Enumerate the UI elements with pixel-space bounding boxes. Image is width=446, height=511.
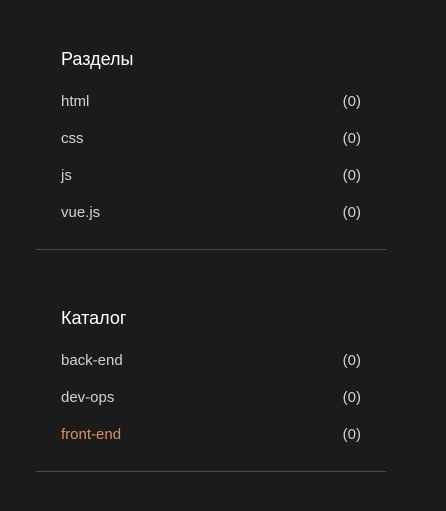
list-item: css (0) [61,120,361,157]
list-item: vue.js (0) [61,194,361,231]
section-link-html[interactable]: html [61,93,89,111]
section-link-js[interactable]: js [61,167,72,185]
item-count: (0) [342,388,361,406]
item-count: (0) [342,203,361,221]
sections-block: Разделы html (0) css (0) js (0) vue.js (… [36,0,386,250]
list-item: front-end (0) [61,416,361,453]
list-item: back-end (0) [61,342,361,379]
item-count: (0) [342,425,361,443]
catalog-block: Каталог back-end (0) dev-ops (0) front-e… [36,250,386,472]
list-item: html (0) [61,83,361,120]
sections-list: html (0) css (0) js (0) vue.js (0) [61,83,361,231]
catalog-list: back-end (0) dev-ops (0) front-end (0) [61,342,361,453]
section-link-css[interactable]: css [61,130,84,148]
catalog-link-back-end[interactable]: back-end [61,352,123,370]
item-count: (0) [342,351,361,369]
list-item: dev-ops (0) [61,379,361,416]
list-item: js (0) [61,157,361,194]
catalog-link-dev-ops[interactable]: dev-ops [61,389,114,407]
item-count: (0) [342,166,361,184]
item-count: (0) [342,129,361,147]
section-title-katalog: Каталог [61,308,127,328]
sidebar: Разделы html (0) css (0) js (0) vue.js (… [36,0,386,472]
section-link-vuejs[interactable]: vue.js [61,204,100,222]
section-title-razdely: Разделы [61,49,134,69]
item-count: (0) [342,92,361,110]
catalog-link-front-end[interactable]: front-end [61,426,121,444]
